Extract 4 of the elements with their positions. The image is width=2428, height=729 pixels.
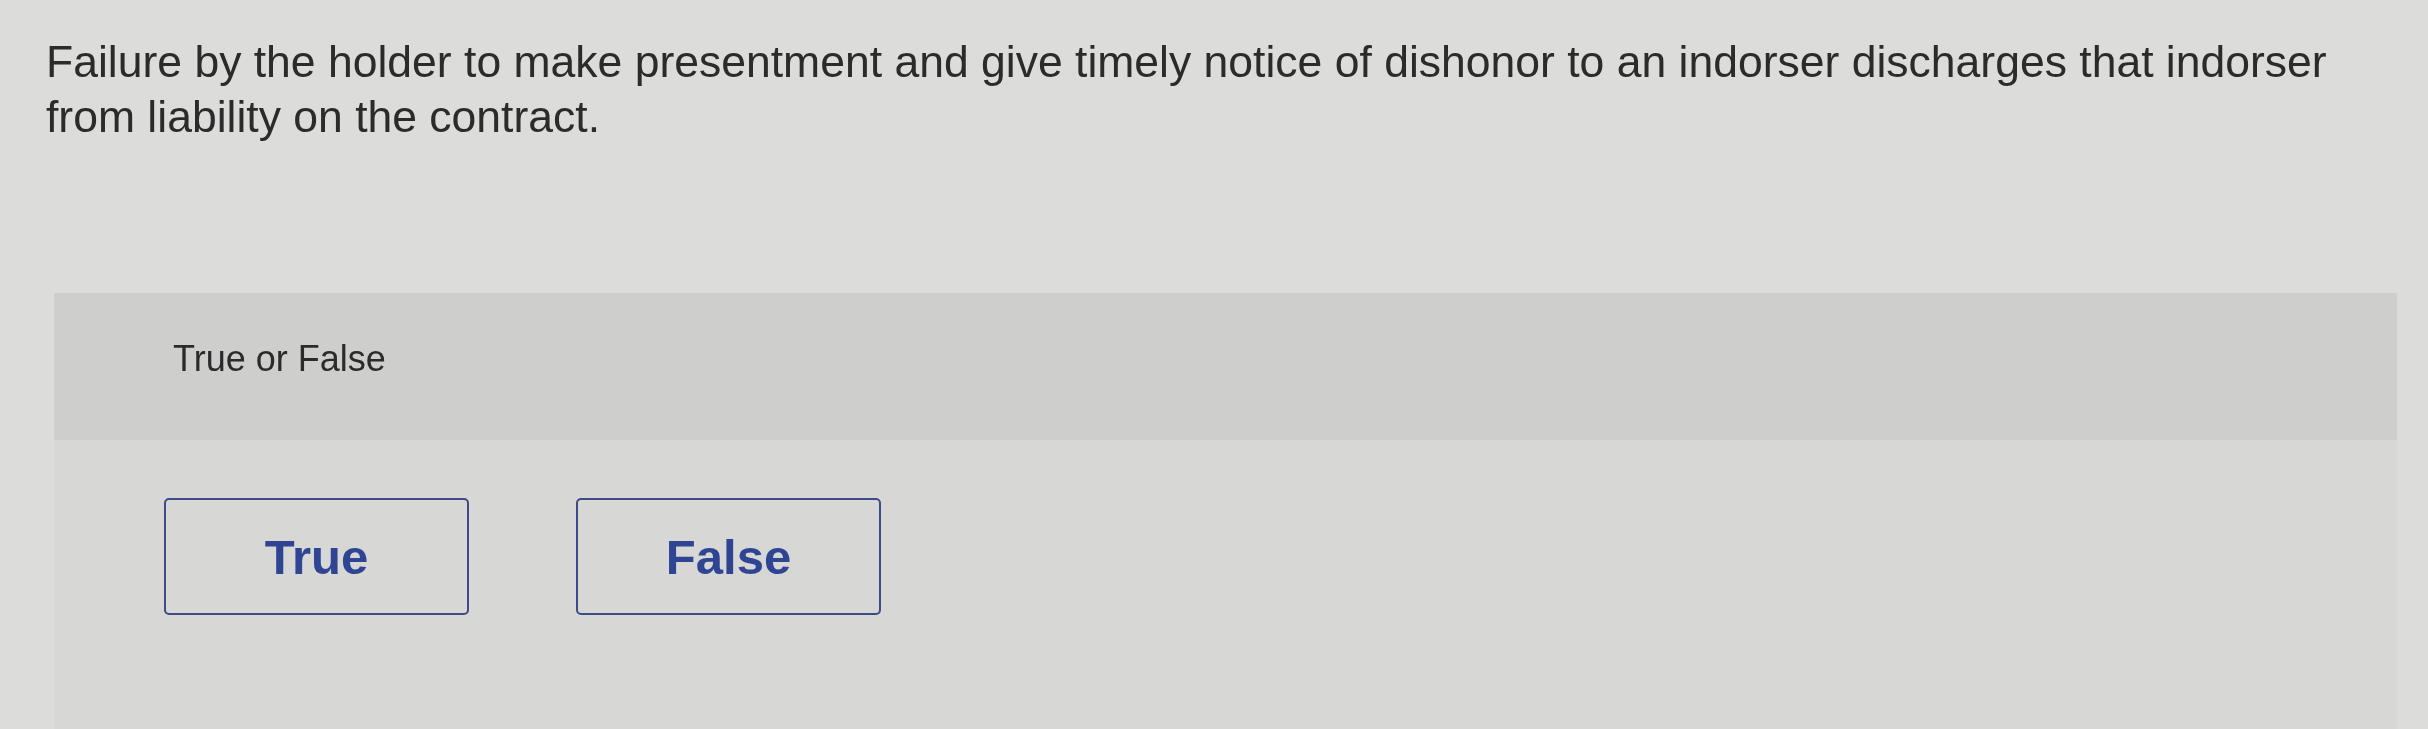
answer-button[interactable]: True bbox=[164, 498, 469, 615]
question-text: Failure by the holder to make presentment and give timely notice of dishonor to an indorser discharges that indorser from liability on the contract. bbox=[46, 36, 2328, 143]
answer-button[interactable]: False bbox=[576, 498, 881, 615]
prompt-text: True or False bbox=[173, 337, 386, 381]
